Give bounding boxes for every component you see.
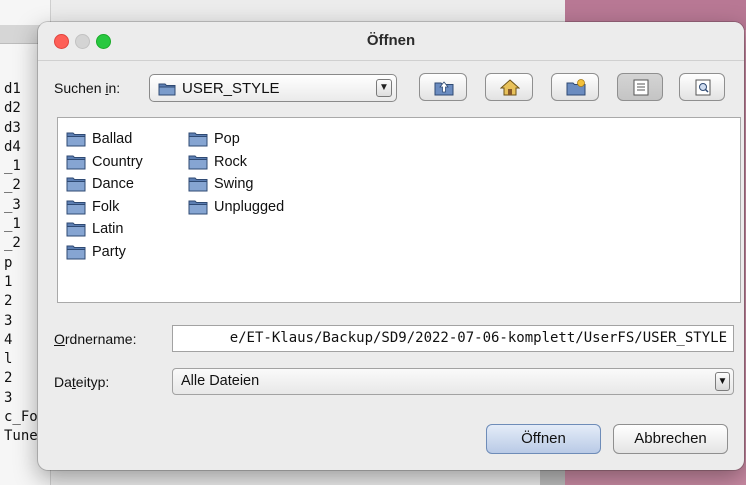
search-in-label: Suchen in: — [54, 80, 121, 96]
file-list-column-2: Pop Rock Swing Unplugged — [188, 128, 284, 218]
select-arrow-icon[interactable]: ▼ — [715, 372, 730, 391]
background-list: d1 d2 d3 d4 _1 _2 _3 _1 _2p 1 2 3 4 l 2 3 c_Fo Tune — [4, 80, 38, 447]
folder-icon — [188, 177, 208, 192]
dialog-titlebar[interactable]: Öffnen — [38, 22, 744, 61]
background-list-item: _2 — [4, 235, 21, 252]
folder-item-label: Country — [92, 153, 143, 170]
folder-item[interactable]: Latin — [66, 218, 143, 241]
folder-name-label: Ordnername: — [54, 331, 137, 347]
folder-item-label: Ballad — [92, 131, 133, 148]
folder-item-label: Rock — [214, 153, 248, 170]
file-list-column-1: Ballad Country Dance Folk Latin Party — [66, 128, 143, 263]
folder-item-label: Dance — [92, 176, 134, 193]
folder-item[interactable]: Rock — [188, 151, 284, 174]
background-list-item: 3 — [4, 389, 13, 406]
folder-item-label: Party — [92, 243, 126, 260]
file-type-select[interactable]: Alle Dateien ▼ — [172, 368, 734, 395]
file-type-label: Dateityp: — [54, 374, 110, 390]
home-button[interactable] — [485, 73, 533, 101]
list-view-icon — [633, 79, 649, 96]
background-list-item: l — [4, 351, 13, 368]
folder-item[interactable]: Pop — [188, 128, 284, 151]
folder-item-label: Swing — [214, 176, 254, 193]
background-list-item: d1 — [4, 81, 21, 97]
dialog-title: Öffnen — [366, 32, 416, 49]
background-list-item: Tune — [4, 428, 38, 445]
folder-name-value: e/ET-Klaus/Backup/SD9/2022-07-06-komplet… — [229, 330, 727, 346]
background-list-item: 2 — [4, 293, 13, 310]
background-list-item: 4 — [4, 331, 13, 348]
folder-icon — [188, 132, 208, 147]
look-in-value: USER_STYLE — [182, 80, 280, 97]
folder-icon — [66, 155, 86, 170]
folder-item[interactable]: Unplugged — [188, 196, 284, 219]
folder-item-label: Latin — [92, 221, 124, 238]
new-folder-button[interactable] — [551, 73, 599, 101]
open-button[interactable]: Öffnen — [486, 424, 601, 454]
background-list-item: _2 — [4, 177, 21, 194]
list-view-button[interactable] — [617, 73, 663, 101]
file-list[interactable]: Ballad Country Dance Folk Latin Party Pop Rock… — [57, 117, 741, 303]
folder-item[interactable]: Swing — [188, 173, 284, 196]
folder-icon — [158, 83, 176, 96]
folder-item[interactable]: Ballad — [66, 128, 143, 151]
background-list-item: _1 — [4, 216, 21, 233]
folder-name-input[interactable]: e/ET-Klaus/Backup/SD9/2022-07-06-komplet… — [172, 325, 734, 352]
folder-item-label: Folk — [92, 198, 120, 215]
folder-item[interactable]: Party — [66, 241, 143, 264]
background-list-item: d2 — [4, 100, 21, 117]
background-list-item: d4 — [4, 138, 21, 155]
folder-item[interactable]: Dance — [66, 173, 143, 196]
folder-item-label: Unplugged — [214, 198, 285, 215]
open-file-dialog: Öffnen Suchen in: USER_STYLE ▼ Ballad Cou… — [38, 22, 744, 470]
background-list-item: _1 — [4, 158, 21, 175]
home-icon — [500, 79, 520, 96]
folder-item[interactable]: Country — [66, 151, 143, 174]
background-list-item: 1 — [4, 273, 13, 290]
background-list-item: d3 — [4, 119, 21, 136]
file-type-value: Alle Dateien — [181, 373, 260, 389]
folder-item-label: Pop — [214, 131, 240, 148]
details-view-button[interactable] — [679, 73, 725, 101]
look-in-combobox[interactable]: USER_STYLE ▼ — [149, 74, 397, 102]
background-list-item: _3 — [4, 196, 21, 213]
folder-icon — [188, 200, 208, 215]
up-one-level-button[interactable] — [419, 73, 467, 101]
background-list-item: 2 — [4, 370, 13, 387]
background-list-item: p — [4, 254, 13, 271]
folder-icon — [66, 132, 86, 147]
folder-item[interactable]: Folk — [66, 196, 143, 219]
folder-icon — [66, 177, 86, 192]
folder-icon — [66, 222, 86, 237]
folder-icon — [66, 200, 86, 215]
up-folder-icon — [434, 81, 454, 96]
background-list-item: c_Fo — [4, 409, 38, 426]
new-folder-icon — [566, 79, 586, 96]
cancel-button[interactable]: Abbrechen — [613, 424, 728, 454]
folder-icon — [188, 155, 208, 170]
background-list-item: 3 — [4, 312, 13, 329]
combobox-arrow-icon[interactable]: ▼ — [376, 79, 392, 97]
folder-icon — [66, 245, 86, 260]
details-view-icon — [695, 79, 711, 96]
